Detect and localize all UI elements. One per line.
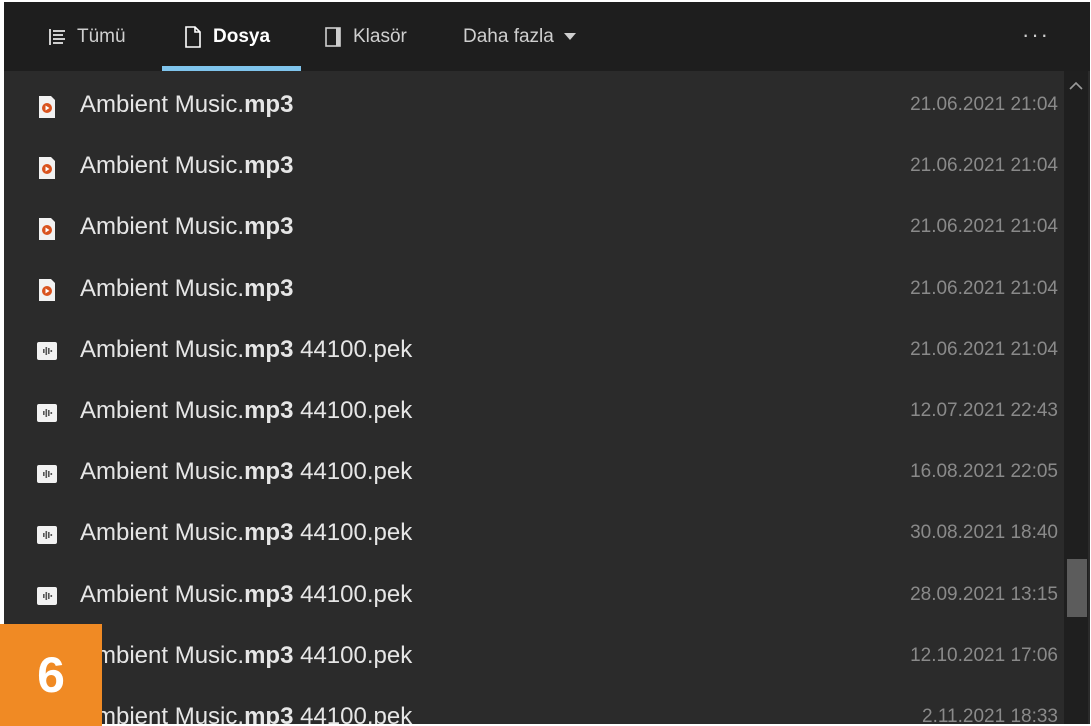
file-name-suffix: 44100.pek <box>293 641 413 669</box>
file-name-base: Ambient Music. <box>80 335 245 363</box>
file-name: Ambient Music.mp3 <box>80 152 293 180</box>
file-row[interactable]: Ambient Music.mp3 21.06.2021 21:04 <box>4 258 1060 319</box>
tab-files[interactable]: Dosya <box>182 2 270 71</box>
file-name-base: Ambient Music. <box>80 152 245 180</box>
file-date: 21.06.2021 21:04 <box>910 94 1058 115</box>
step-badge: 6 <box>0 624 102 726</box>
audio-file-icon <box>39 279 55 302</box>
file-name-base: Ambient Music. <box>80 397 245 424</box>
file-name: Ambient Music.mp3 44100.pek <box>80 397 412 425</box>
overflow-menu-button[interactable]: ··· <box>1022 22 1050 48</box>
filter-tab-bar: Tümü Dosya Klasör Daha fazla ··· <box>4 2 1090 71</box>
waveform-file-icon <box>37 342 57 361</box>
file-row[interactable]: Ambient Music.mp3 44100.pek 21.06.2021 21… <box>4 319 1060 380</box>
file-name-match: mp3 <box>244 274 294 302</box>
file-name-base: Ambient Music. <box>80 213 245 241</box>
file-name-match: mp3 <box>244 519 294 547</box>
file-name-base: Ambient Music. <box>80 703 245 724</box>
list-icon <box>46 26 68 48</box>
file-name-suffix: 44100.pek <box>293 703 413 724</box>
file-name: Ambient Music.mp3 44100.pek <box>80 703 412 724</box>
file-name-match: mp3 <box>244 580 294 608</box>
file-name: Ambient Music.mp3 44100.pek <box>80 458 412 486</box>
file-date: 12.10.2021 17:06 <box>910 644 1058 666</box>
audio-file-icon <box>39 217 55 240</box>
waveform-file-icon <box>37 403 57 422</box>
file-name: Ambient Music.mp3 <box>80 213 293 241</box>
vertical-scrollbar[interactable] <box>1064 71 1088 724</box>
file-row[interactable]: Ambient Music.mp3 21.06.2021 21:04 <box>4 75 1060 136</box>
file-name-suffix: 44100.pek <box>293 519 413 547</box>
file-date: 12.07.2021 22:43 <box>910 400 1058 421</box>
file-name: Ambient Music.mp3 44100.pek <box>80 642 412 670</box>
file-row[interactable]: Ambient Music.mp3 44100.pek 30.08.2021 18… <box>4 503 1060 564</box>
file-name-base: Ambient Music. <box>80 274 245 302</box>
file-name-base: Ambient Music. <box>80 519 245 547</box>
file-name: Ambient Music.mp3 44100.pek <box>80 581 412 609</box>
document-icon <box>182 25 204 48</box>
tab-folders-label: Klasör <box>353 25 407 47</box>
file-date: 16.08.2021 22:05 <box>910 461 1058 483</box>
tab-all[interactable]: Tümü <box>46 2 126 71</box>
file-row[interactable]: Ambient Music.mp3 44100.pek 12.10.2021 17… <box>4 625 1060 686</box>
tab-files-label: Dosya <box>213 25 271 47</box>
tab-more-label: Daha fazla <box>463 25 554 47</box>
file-row[interactable]: Ambient Music.mp3 44100.pek 12.07.2021 22… <box>4 381 1060 442</box>
file-name-base: Ambient Music. <box>80 580 245 608</box>
file-name: Ambient Music.mp3 <box>80 91 293 119</box>
file-name-match: mp3 <box>244 458 294 486</box>
file-date: 21.06.2021 21:04 <box>910 155 1058 177</box>
file-name: Ambient Music.mp3 44100.pek <box>80 519 412 547</box>
waveform-file-icon <box>37 464 57 483</box>
file-date: 28.09.2021 13:15 <box>910 583 1058 605</box>
file-row[interactable]: Ambient Music.mp3 44100.pek 2.11.2021 18:… <box>4 687 1060 724</box>
tab-folders[interactable]: Klasör <box>322 2 407 71</box>
file-row[interactable]: Ambient Music.mp3 44100.pek 16.08.2021 22… <box>4 442 1060 503</box>
file-row[interactable]: Ambient Music.mp3 44100.pek 28.09.2021 13… <box>4 564 1060 625</box>
tab-all-label: Tümü <box>77 25 126 47</box>
file-row[interactable]: Ambient Music.mp3 21.06.2021 21:04 <box>4 136 1060 197</box>
file-name-match: mp3 <box>244 397 294 424</box>
file-name-suffix: 44100.pek <box>293 397 413 424</box>
file-name-suffix: 44100.pek <box>293 335 413 363</box>
file-name: Ambient Music.mp3 44100.pek <box>80 336 412 364</box>
waveform-file-icon <box>37 587 57 606</box>
waveform-file-icon <box>37 525 57 544</box>
file-name-match: mp3 <box>244 703 294 724</box>
scroll-up-icon[interactable] <box>1069 81 1083 91</box>
file-date: 21.06.2021 21:04 <box>910 216 1058 238</box>
file-date: 2.11.2021 18:33 <box>922 706 1058 724</box>
file-name-base: Ambient Music. <box>80 91 245 118</box>
file-name-match: mp3 <box>244 213 294 241</box>
file-name-match: mp3 <box>244 91 294 118</box>
file-name-match: mp3 <box>244 641 294 669</box>
scrollbar-thumb[interactable] <box>1067 559 1087 617</box>
file-date: 21.06.2021 21:04 <box>910 277 1058 299</box>
file-name-suffix: 44100.pek <box>293 580 413 608</box>
chevron-down-icon <box>563 33 576 40</box>
file-name-suffix: 44100.pek <box>293 458 413 486</box>
file-name-match: mp3 <box>244 152 294 180</box>
folder-icon <box>322 26 344 48</box>
file-name-base: Ambient Music. <box>80 641 245 669</box>
file-name: Ambient Music.mp3 <box>80 275 293 303</box>
tab-more[interactable]: Daha fazla <box>463 2 576 71</box>
search-results-window: Tümü Dosya Klasör Daha fazla ··· Ambient… <box>4 2 1090 724</box>
file-date: 30.08.2021 18:40 <box>910 522 1058 544</box>
file-name-match: mp3 <box>244 335 294 363</box>
file-row[interactable]: Ambient Music.mp3 21.06.2021 21:04 <box>4 197 1060 258</box>
file-name-base: Ambient Music. <box>80 458 245 486</box>
file-list: Ambient Music.mp3 21.06.2021 21:04 Ambient… <box>4 71 1060 724</box>
audio-file-icon <box>39 95 55 118</box>
file-date: 21.06.2021 21:04 <box>910 338 1058 360</box>
audio-file-icon <box>39 156 55 179</box>
